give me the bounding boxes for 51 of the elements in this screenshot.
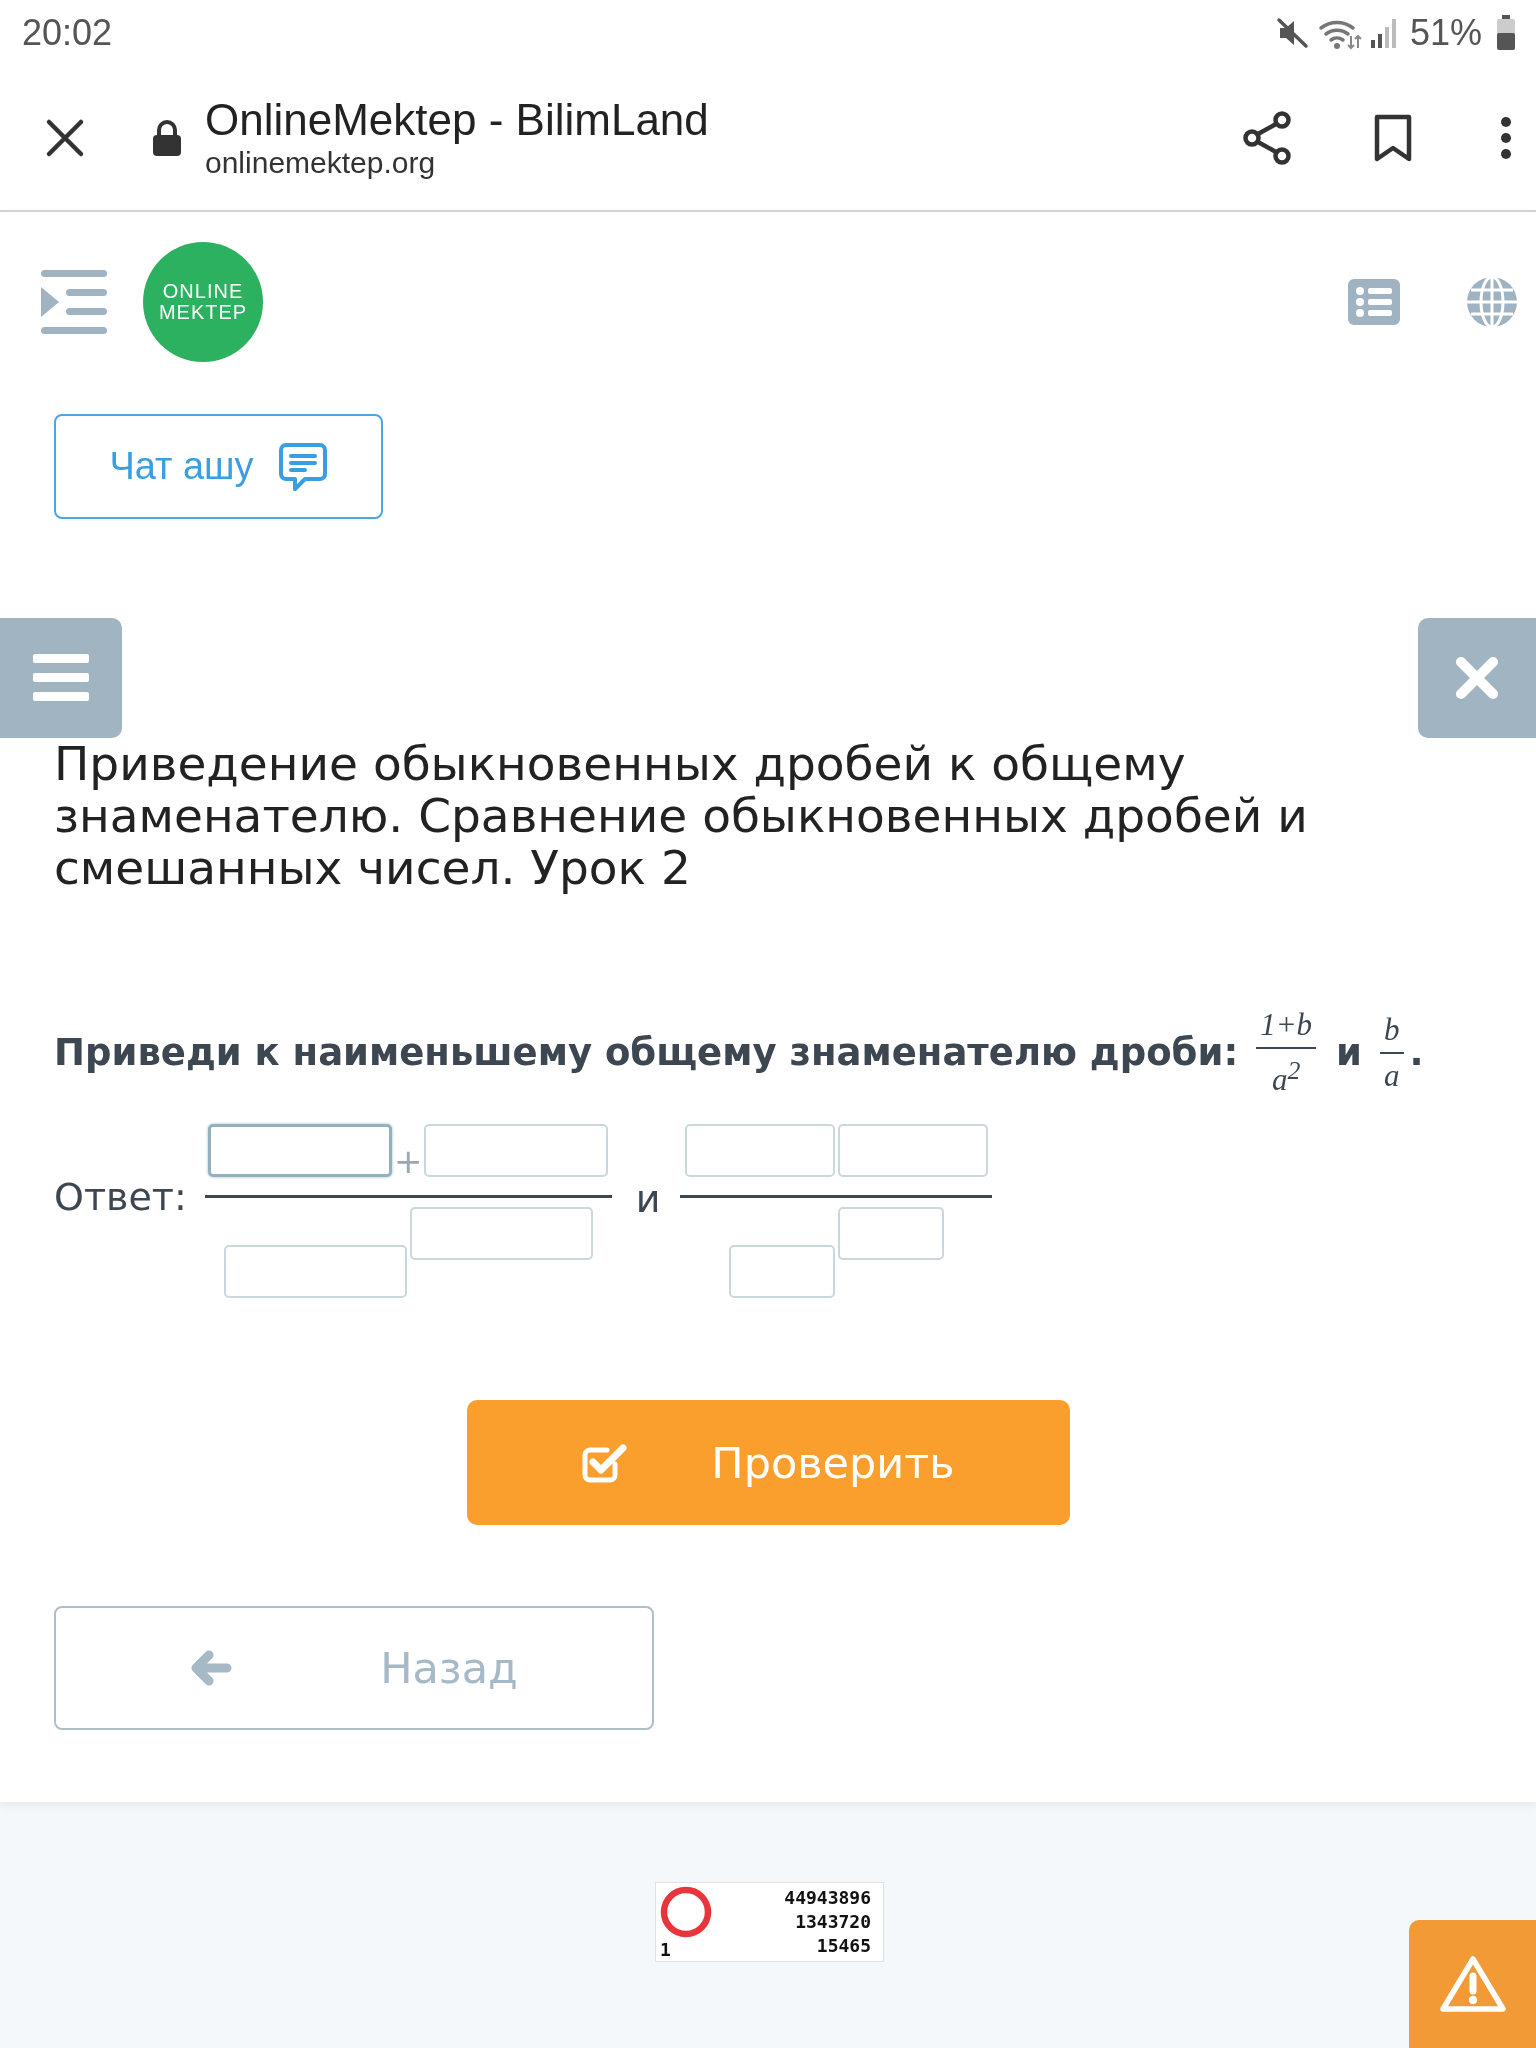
answer-field[interactable] xyxy=(728,1245,835,1298)
fraction-denominator: a xyxy=(1384,1057,1400,1094)
fraction-numerator: b xyxy=(1380,1012,1404,1054)
arrow-left-icon xyxy=(190,1650,233,1686)
close-icon xyxy=(1455,656,1499,700)
page-url: onlinemektep.org xyxy=(205,145,437,181)
battery-icon xyxy=(1496,15,1516,51)
check-button[interactable]: Проверить xyxy=(466,1400,1070,1525)
conjunction-text: и xyxy=(1336,1031,1363,1075)
page-title: OnlineMektep - BilimLand xyxy=(205,95,709,145)
sidebar-toggle-icon[interactable] xyxy=(41,270,107,334)
answer-field[interactable] xyxy=(409,1207,593,1260)
question-text: Приведи к наименьшему общему знаменателю дроби: xyxy=(54,1031,1239,1075)
answer-field[interactable] xyxy=(223,1245,407,1298)
clock-time: 20:02 xyxy=(22,13,113,53)
fraction-numerator: 1+b xyxy=(1256,1007,1317,1050)
fraction-denominator: a$^{2}$ xyxy=(1271,1055,1301,1099)
answer-field[interactable] xyxy=(837,1207,944,1260)
logo: ONLINE MEKTEP xyxy=(143,242,263,362)
chat-button[interactable]: Чат ашу xyxy=(54,414,383,519)
answer-field[interactable] xyxy=(684,1124,835,1177)
menu-button[interactable] xyxy=(0,618,122,738)
signal-icon xyxy=(1369,18,1398,48)
back-button[interactable]: Назад xyxy=(54,1606,654,1730)
more-icon[interactable] xyxy=(1500,116,1512,160)
lock-icon xyxy=(152,119,182,157)
warning-icon xyxy=(1438,1954,1507,2014)
counter-number: 15465 xyxy=(816,1934,871,1958)
battery-level: 51% xyxy=(1409,13,1482,53)
punctuation-mark: . xyxy=(1409,1031,1424,1075)
menu-icon xyxy=(33,654,89,702)
close-button[interactable] xyxy=(1418,618,1536,738)
report-button[interactable] xyxy=(1409,1920,1536,2048)
bookmark-icon[interactable] xyxy=(1374,114,1412,162)
answer-field[interactable] xyxy=(837,1124,988,1177)
mute-icon xyxy=(1275,16,1310,50)
counter-number: 1343720 xyxy=(795,1910,871,1934)
answer-label: Ответ: xyxy=(54,1174,187,1220)
counter-number: 44943896 xyxy=(784,1886,871,1910)
plus-sign: + xyxy=(393,1141,424,1181)
chat-icon xyxy=(277,441,328,492)
answer-field[interactable] xyxy=(424,1124,609,1177)
counter-index: 1 xyxy=(660,1940,672,1960)
conjunction-text: и xyxy=(635,1176,661,1222)
close-icon[interactable] xyxy=(45,118,85,158)
answer-field[interactable] xyxy=(208,1124,393,1177)
share-icon[interactable] xyxy=(1242,111,1292,165)
ring-icon xyxy=(660,1886,712,1938)
lesson-title: Приведение обыкновенных дробей к общему знаменателю. Сравнение обыкновенных дробей и смешанных чисел. Урок 2 xyxy=(54,738,1309,894)
globe-icon[interactable] xyxy=(1466,276,1518,328)
list-icon[interactable] xyxy=(1348,279,1400,325)
